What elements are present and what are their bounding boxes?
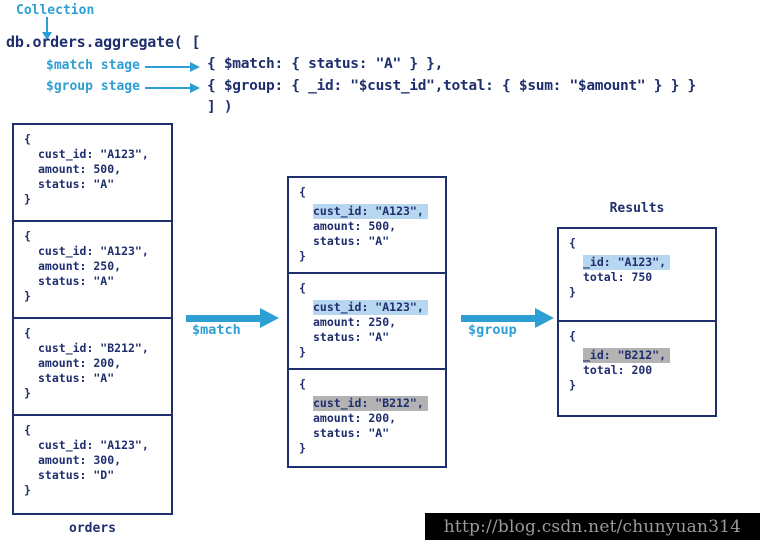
field-cust-id: cust_id: "B212", xyxy=(38,341,149,355)
order-document: { cust_id: "A123", amount: 300, status: … xyxy=(14,416,171,513)
pipeline-group-stage-code: { $group: { _id: "$cust_id",total: { $su… xyxy=(207,78,696,94)
pipeline-match-stage-code: { $match: { status: "A" } }, xyxy=(207,56,444,72)
field-status: status: "A" xyxy=(38,371,115,385)
field-status: status: "A" xyxy=(38,274,115,288)
brace-close: } xyxy=(299,345,306,359)
brace-close: } xyxy=(24,386,31,400)
match-pipeline-arrow-icon xyxy=(186,308,279,328)
results-box: { _id: "A123", total: 750 } { _id: "B212… xyxy=(557,227,717,417)
field-amount: amount: 200, xyxy=(313,411,397,425)
results-caption: Results xyxy=(609,201,665,216)
highlight-row: _id: "A123", xyxy=(569,251,715,270)
field-cust-id: cust_id: "A123", xyxy=(313,204,428,219)
order-document: { cust_id: "A123", amount: 250, status: … xyxy=(14,222,171,319)
brace-close: } xyxy=(299,441,306,455)
brace-open: { xyxy=(24,229,31,243)
field-cust-id: cust_id: "A123", xyxy=(313,300,428,315)
brace-open: { xyxy=(24,132,31,146)
field-amount: amount: 300, xyxy=(38,453,122,467)
brace-close: } xyxy=(569,285,576,299)
field-status: status: "A" xyxy=(313,234,390,248)
field-total: total: 200 xyxy=(583,363,653,377)
brace-open: { xyxy=(299,377,306,391)
field-id: _id: "A123", xyxy=(583,255,671,270)
field-cust-id: cust_id: "A123", xyxy=(38,147,149,161)
field-total: total: 750 xyxy=(583,270,653,284)
highlight-row: cust_id: "A123", xyxy=(299,296,445,315)
watermark-banner: http://blog.csdn.net/chunyuan314 xyxy=(425,513,760,540)
matched-documents-box: { cust_id: "A123", amount: 500, status: … xyxy=(287,176,447,468)
field-amount: amount: 200, xyxy=(38,356,122,370)
group-pipeline-arrow-icon xyxy=(461,308,554,328)
group-stage-label: $group stage xyxy=(46,79,140,94)
matched-document: { cust_id: "A123", amount: 250, status: … xyxy=(289,274,445,370)
field-amount: amount: 500, xyxy=(38,162,122,176)
brace-close: } xyxy=(24,289,31,303)
field-cust-id: cust_id: "A123", xyxy=(38,438,149,452)
brace-open: { xyxy=(299,281,306,295)
field-amount: amount: 500, xyxy=(313,219,397,233)
field-status: status: "D" xyxy=(38,468,115,482)
brace-open: { xyxy=(24,423,31,437)
watermark-url-text: http://blog.csdn.net/chunyuan314 xyxy=(443,516,742,537)
order-document: { cust_id: "A123", amount: 500, status: … xyxy=(14,125,171,222)
highlight-row: cust_id: "B212", xyxy=(299,392,445,411)
aggregate-call-text: db.orders.aggregate( [ xyxy=(6,33,201,51)
field-id: _id: "B212", xyxy=(583,348,671,363)
brace-open: { xyxy=(569,329,576,343)
brace-close: } xyxy=(24,483,31,497)
match-stage-label: $match stage xyxy=(46,58,140,73)
brace-open: { xyxy=(569,236,576,250)
brace-close: } xyxy=(24,192,31,206)
pipeline-close-code: ] ) xyxy=(207,99,233,115)
result-document: { _id: "A123", total: 750 } xyxy=(559,229,715,322)
orders-collection-box: { cust_id: "A123", amount: 500, status: … xyxy=(12,123,173,515)
field-cust-id: cust_id: "B212", xyxy=(313,396,428,411)
match-arrow-label: $match xyxy=(192,322,241,338)
field-amount: amount: 250, xyxy=(38,259,122,273)
field-status: status: "A" xyxy=(313,426,390,440)
field-cust-id: cust_id: "A123", xyxy=(38,244,149,258)
order-document: { cust_id: "B212", amount: 200, status: … xyxy=(14,319,171,416)
group-arrow-label: $group xyxy=(468,322,517,338)
collection-down-arrow-icon xyxy=(42,17,52,40)
field-status: status: "A" xyxy=(313,330,390,344)
brace-open: { xyxy=(24,326,31,340)
match-stage-arrow-icon xyxy=(145,62,200,72)
highlight-row: _id: "B212", xyxy=(569,344,715,363)
brace-close: } xyxy=(299,249,306,263)
brace-open: { xyxy=(299,185,306,199)
matched-document: { cust_id: "A123", amount: 500, status: … xyxy=(289,178,445,274)
brace-close: } xyxy=(569,378,576,392)
highlight-row: cust_id: "A123", xyxy=(299,200,445,219)
collection-label: Collection xyxy=(16,3,95,18)
result-document: { _id: "B212", total: 200 } xyxy=(559,322,715,415)
matched-document: { cust_id: "B212", amount: 200, status: … xyxy=(289,370,445,466)
field-status: status: "A" xyxy=(38,177,115,191)
field-amount: amount: 250, xyxy=(313,315,397,329)
orders-caption: orders xyxy=(69,521,116,536)
group-stage-arrow-icon xyxy=(145,83,200,93)
